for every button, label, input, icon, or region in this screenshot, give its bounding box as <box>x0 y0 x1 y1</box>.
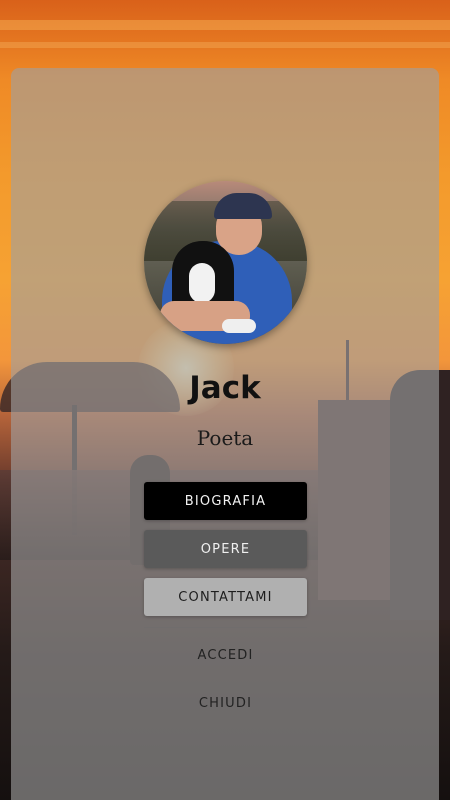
sky-streak <box>0 20 450 30</box>
profile-name: Jack <box>189 370 261 406</box>
chiudi-link[interactable]: CHIUDI <box>144 696 307 711</box>
divider <box>144 627 307 628</box>
profile-role: Poeta <box>196 426 254 450</box>
opere-button[interactable]: OPERE <box>144 530 307 568</box>
sky-streak <box>0 42 450 48</box>
avatar-cap <box>214 193 272 219</box>
accedi-link[interactable]: ACCEDI <box>144 648 307 663</box>
avatar-dog-chest <box>189 263 215 303</box>
avatar-dog-paws <box>222 319 256 333</box>
contattami-button[interactable]: CONTATTAMI <box>144 578 307 616</box>
avatar <box>144 181 307 344</box>
biografia-button[interactable]: BIOGRAFIA <box>144 482 307 520</box>
